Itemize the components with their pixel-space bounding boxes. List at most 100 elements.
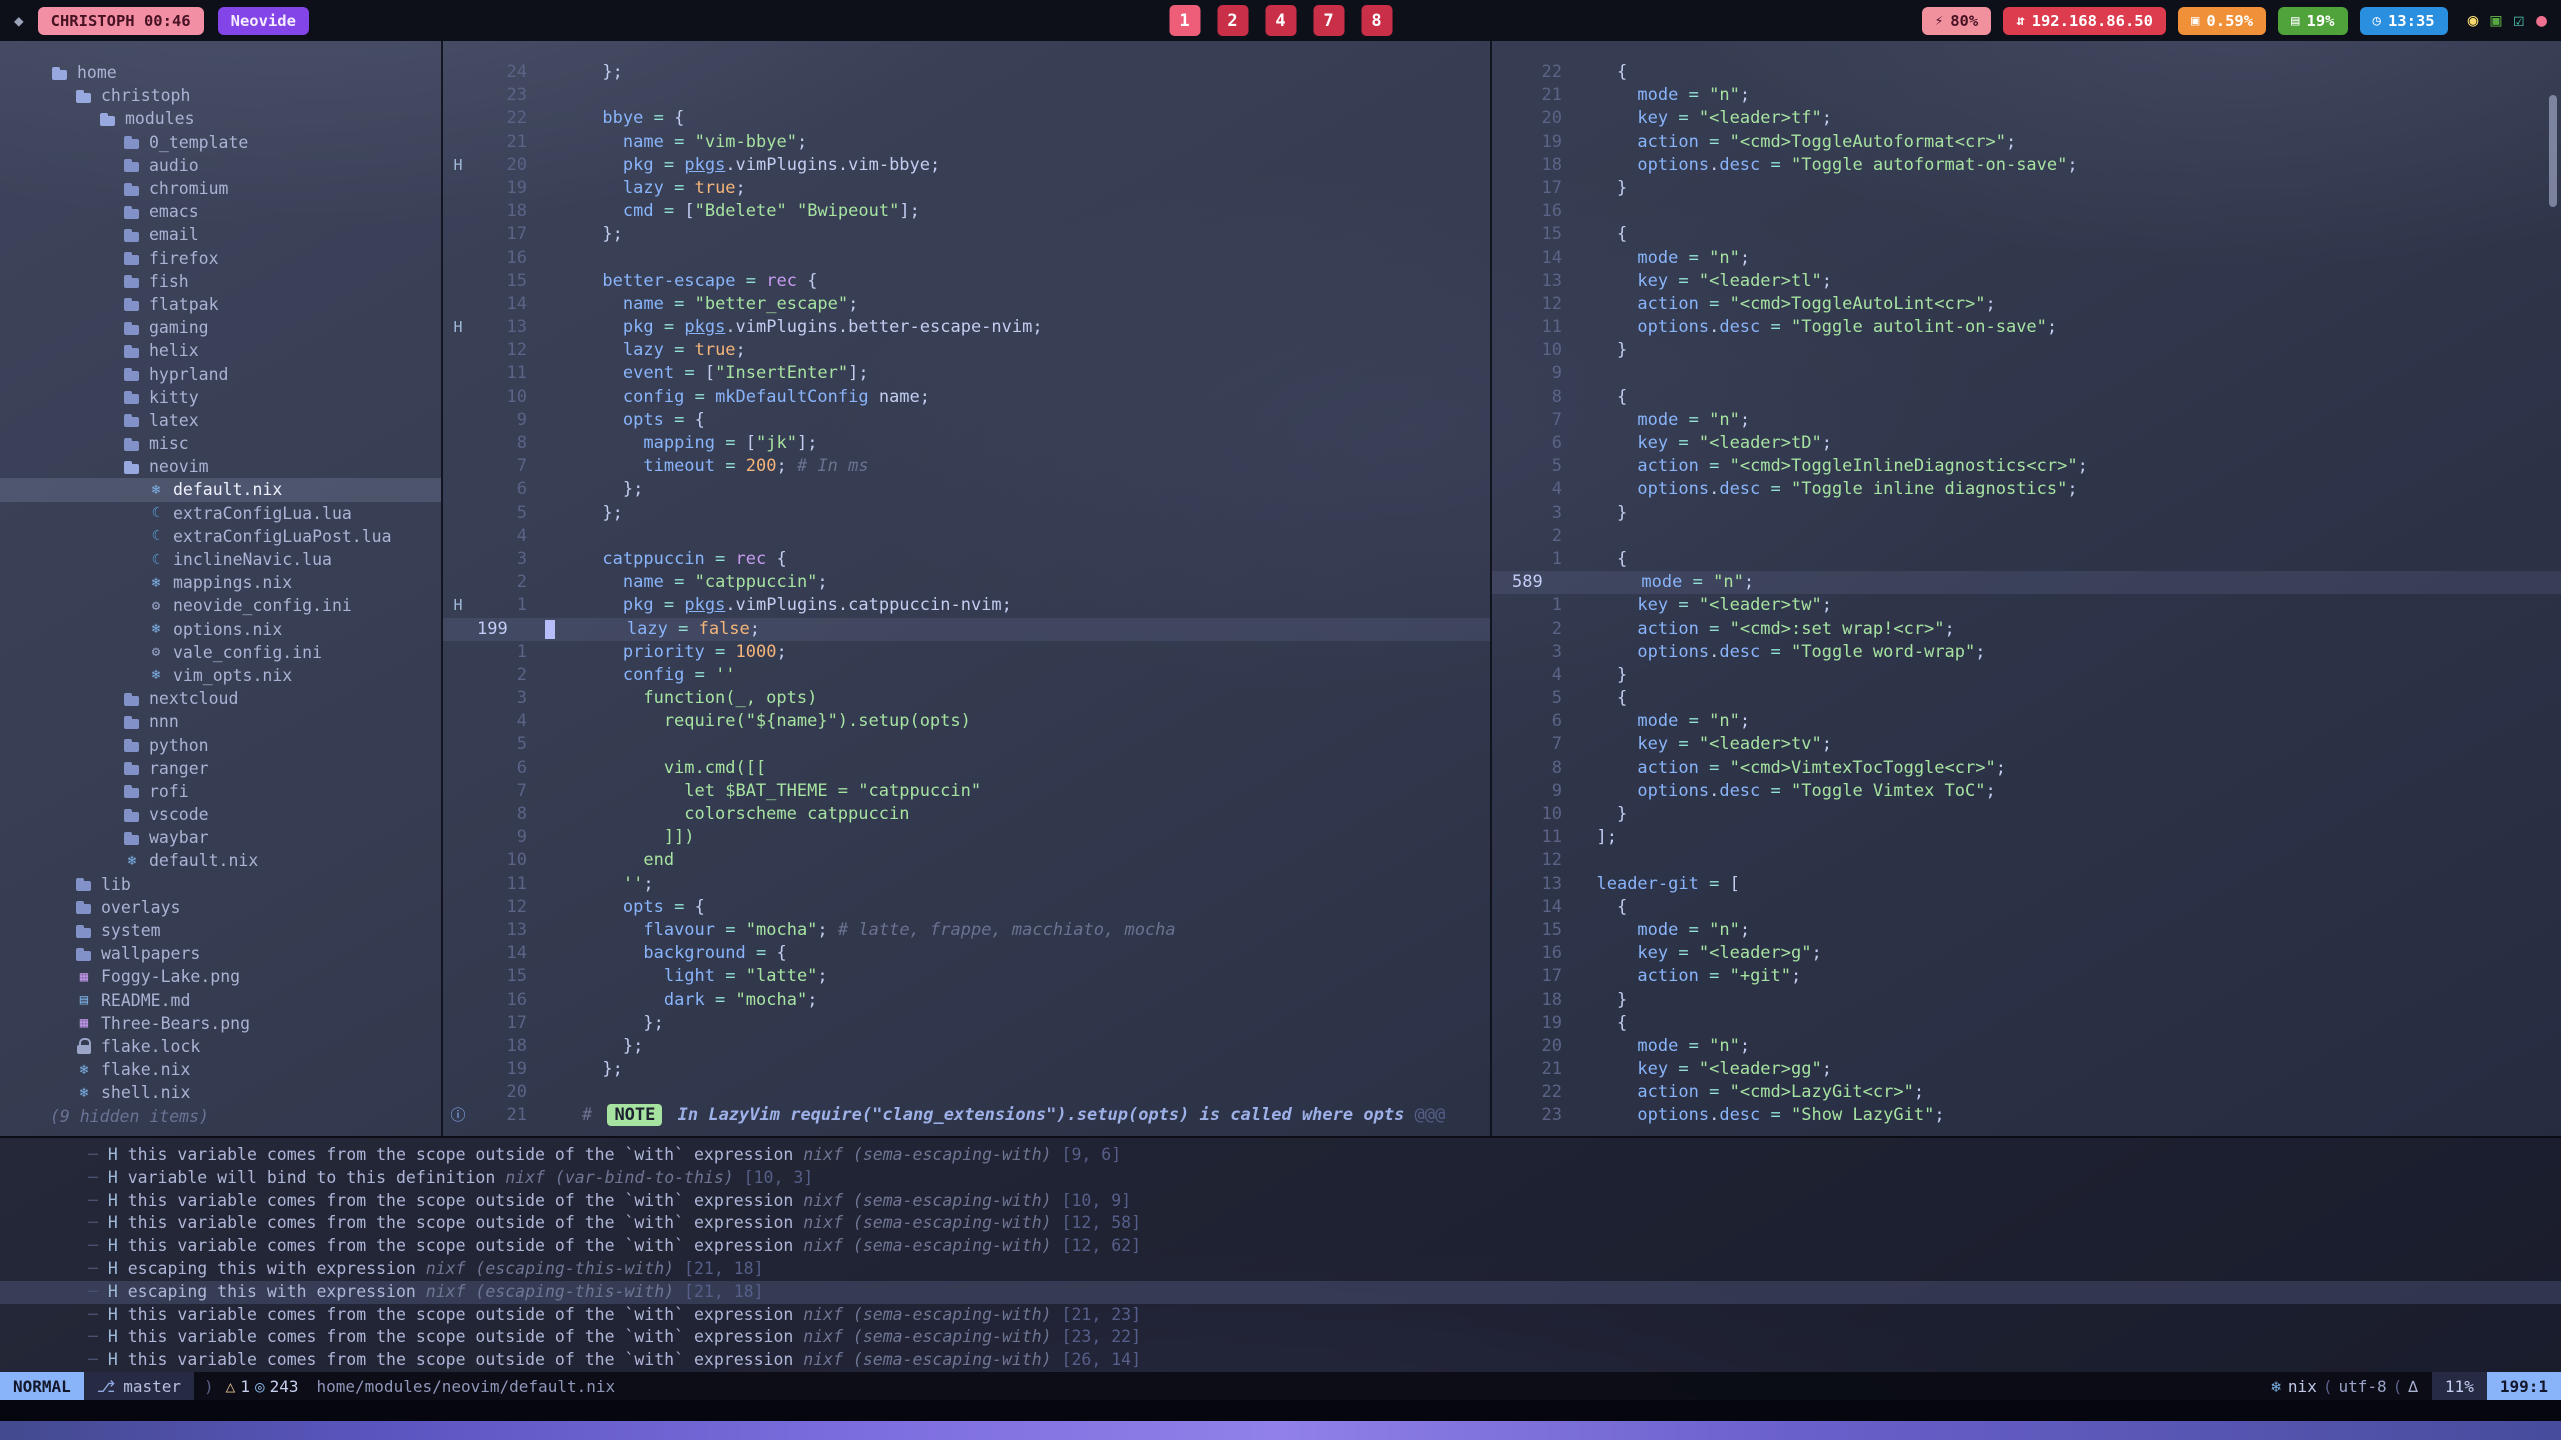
tree-item-modules[interactable]: modules [0, 107, 441, 130]
code-line[interactable]: 16 [1492, 200, 2561, 223]
code-line[interactable]: 12 action = "<cmd>ToggleAutoLint<cr>"; [1492, 293, 2561, 316]
code-line[interactable]: 1 key = "<leader>tw"; [1492, 594, 2561, 617]
tree-item-0-template[interactable]: 0_template [0, 131, 441, 154]
code-line[interactable]: 4 options.desc = "Toggle inline diagnost… [1492, 478, 2561, 501]
diagnostic-row[interactable]: ─ H escaping this with expression nixf (… [0, 1258, 2561, 1281]
diagnostic-row[interactable]: ─ H this variable comes from the scope o… [0, 1304, 2561, 1327]
diagnostic-row[interactable]: ─ H escaping this with expression nixf (… [0, 1281, 2561, 1304]
code-line[interactable]: 11 options.desc = "Toggle autolint-on-sa… [1492, 316, 2561, 339]
code-line[interactable]: 15 mode = "n"; [1492, 919, 2561, 942]
tree-item-foggy-lake-png[interactable]: ▦Foggy-Lake.png [0, 965, 441, 988]
code-line[interactable]: 10 end [443, 849, 1490, 872]
tree-item-flake-lock[interactable]: flake.lock [0, 1035, 441, 1058]
code-line[interactable]: 7 timeout = 200; # In ms [443, 455, 1490, 478]
tree-item-emacs[interactable]: emacs [0, 200, 441, 223]
code-line[interactable]: 6 vim.cmd([[ [443, 757, 1490, 780]
code-line[interactable]: 19 lazy = true; [443, 177, 1490, 200]
tree-item-vim-opts-nix[interactable]: ❄vim_opts.nix [0, 664, 441, 687]
code-line[interactable]: 3 options.desc = "Toggle word-wrap"; [1492, 641, 2561, 664]
code-line[interactable]: 10 config = mkDefaultConfig name; [443, 386, 1490, 409]
code-line[interactable]: 17 }; [443, 1012, 1490, 1035]
tree-item-python[interactable]: python [0, 733, 441, 756]
code-line[interactable]: 199 lazy = false; [443, 618, 1490, 641]
code-line[interactable]: 5 [443, 733, 1490, 756]
tree-item-inclinenavic-lua[interactable]: ☾inclineNavic.lua [0, 548, 441, 571]
diagnostic-row[interactable]: ─ H this variable comes from the scope o… [0, 1326, 2561, 1349]
code-line[interactable]: 21 key = "<leader>gg"; [1492, 1058, 2561, 1081]
tree-item-hyprland[interactable]: hyprland [0, 362, 441, 385]
code-line[interactable]: ⓘ21 # NOTE In LazyVim require("clang_ext… [443, 1104, 1490, 1127]
code-line[interactable]: 16 key = "<leader>g"; [1492, 942, 2561, 965]
editor-window-default-nix[interactable]: 24 };2322 bbye = {21 name = "vim-bbye";H… [441, 41, 1490, 1136]
code-line[interactable]: 16 dark = "mocha"; [443, 989, 1490, 1012]
code-line[interactable]: 589 mode = "n"; [1492, 571, 2561, 594]
code-line[interactable]: 9 opts = { [443, 409, 1490, 432]
code-line[interactable]: 4 require("${name}").setup(opts) [443, 710, 1490, 733]
code-line[interactable]: 14 mode = "n"; [1492, 247, 2561, 270]
tree-item-neovim[interactable]: neovim [0, 455, 441, 478]
tree-item-helix[interactable]: helix [0, 339, 441, 362]
tree-item-christoph[interactable]: christoph [0, 84, 441, 107]
tree-item-gaming[interactable]: gaming [0, 316, 441, 339]
code-line[interactable]: 17 } [1492, 177, 2561, 200]
code-line[interactable]: 14 background = { [443, 942, 1490, 965]
tree-item-default-nix[interactable]: ❄default.nix [0, 478, 441, 501]
code-line[interactable]: 11 ''; [443, 873, 1490, 896]
workspace-button-2[interactable]: 2 [1217, 5, 1248, 36]
code-line[interactable]: 6 mode = "n"; [1492, 710, 2561, 733]
code-line[interactable]: 24 }; [443, 61, 1490, 84]
tree-item-flake-nix[interactable]: ❄flake.nix [0, 1058, 441, 1081]
code-line[interactable]: 2 name = "catppuccin"; [443, 571, 1490, 594]
code-line[interactable]: 11 event = ["InsertEnter"]; [443, 362, 1490, 385]
code-line[interactable]: 15 better-escape = rec { [443, 270, 1490, 293]
code-line[interactable]: 7 mode = "n"; [1492, 409, 2561, 432]
code-line[interactable]: 22 bbye = { [443, 107, 1490, 130]
code-line[interactable]: 1 { [1492, 548, 2561, 571]
tree-item-misc[interactable]: misc [0, 432, 441, 455]
diagnostic-row[interactable]: ─ H this variable comes from the scope o… [0, 1212, 2561, 1235]
code-line[interactable]: 19 { [1492, 1012, 2561, 1035]
code-line[interactable]: 12 opts = { [443, 896, 1490, 919]
tree-item-shell-nix[interactable]: ❄shell.nix [0, 1081, 441, 1104]
code-line[interactable]: 12 [1492, 849, 2561, 872]
code-line[interactable]: 5 action = "<cmd>ToggleInlineDiagnostics… [1492, 455, 2561, 478]
diagnostic-row[interactable]: ─ H this variable comes from the scope o… [0, 1144, 2561, 1167]
diagnostic-row[interactable]: ─ H this variable comes from the scope o… [0, 1190, 2561, 1213]
code-line[interactable]: 22 action = "<cmd>LazyGit<cr>"; [1492, 1081, 2561, 1104]
tree-item--9-hidden-items-[interactable]: (9 hidden items) [0, 1104, 441, 1127]
tree-item-firefox[interactable]: firefox [0, 247, 441, 270]
tree-item-rofi[interactable]: rofi [0, 780, 441, 803]
tree-item-vscode[interactable]: vscode [0, 803, 441, 826]
code-line[interactable]: 23 [443, 84, 1490, 107]
code-line[interactable]: 6 }; [443, 478, 1490, 501]
code-line[interactable]: 13 flavour = "mocha"; # latte, frappe, m… [443, 919, 1490, 942]
tree-item-neovide-config-ini[interactable]: ⚙neovide_config.ini [0, 594, 441, 617]
code-line[interactable]: 9 ]]) [443, 826, 1490, 849]
code-line[interactable]: 1 priority = 1000; [443, 641, 1490, 664]
code-line[interactable]: 20 [443, 1081, 1490, 1104]
tree-item-chromium[interactable]: chromium [0, 177, 441, 200]
tree-item-email[interactable]: email [0, 223, 441, 246]
tree-item-system[interactable]: system [0, 919, 441, 942]
code-line[interactable]: 14 { [1492, 896, 2561, 919]
tree-item-nnn[interactable]: nnn [0, 710, 441, 733]
tree-item-overlays[interactable]: overlays [0, 896, 441, 919]
code-line[interactable]: 7 key = "<leader>tv"; [1492, 733, 2561, 756]
code-line[interactable]: 18 } [1492, 989, 2561, 1012]
file-tree[interactable]: homechristophmodules0_templateaudiochrom… [0, 41, 441, 1136]
tree-item-extraconfiglua-lua[interactable]: ☾extraConfigLua.lua [0, 502, 441, 525]
code-line[interactable]: 18 cmd = ["Bdelete" "Bwipeout"]; [443, 200, 1490, 223]
code-line[interactable]: 4 } [1492, 664, 2561, 687]
code-line[interactable]: 2 config = '' [443, 664, 1490, 687]
editor-window-mappings[interactable]: 22 {21 mode = "n";20 key = "<leader>tf";… [1490, 41, 2561, 1136]
diagnostic-row[interactable]: ─ H this variable comes from the scope o… [0, 1349, 2561, 1372]
code-line[interactable]: 3 catppuccin = rec { [443, 548, 1490, 571]
diagnostic-row[interactable]: ─ H variable will bind to this definitio… [0, 1167, 2561, 1190]
code-line[interactable]: 21 mode = "n"; [1492, 84, 2561, 107]
code-line[interactable]: 10 } [1492, 803, 2561, 826]
code-line[interactable]: 22 { [1492, 61, 2561, 84]
scrollbar-thumb[interactable] [2549, 95, 2557, 207]
code-line[interactable]: H20 pkg = pkgs.vimPlugins.vim-bbye; [443, 154, 1490, 177]
tree-item-waybar[interactable]: waybar [0, 826, 441, 849]
code-line[interactable]: 2 action = "<cmd>:set wrap!<cr>"; [1492, 618, 2561, 641]
